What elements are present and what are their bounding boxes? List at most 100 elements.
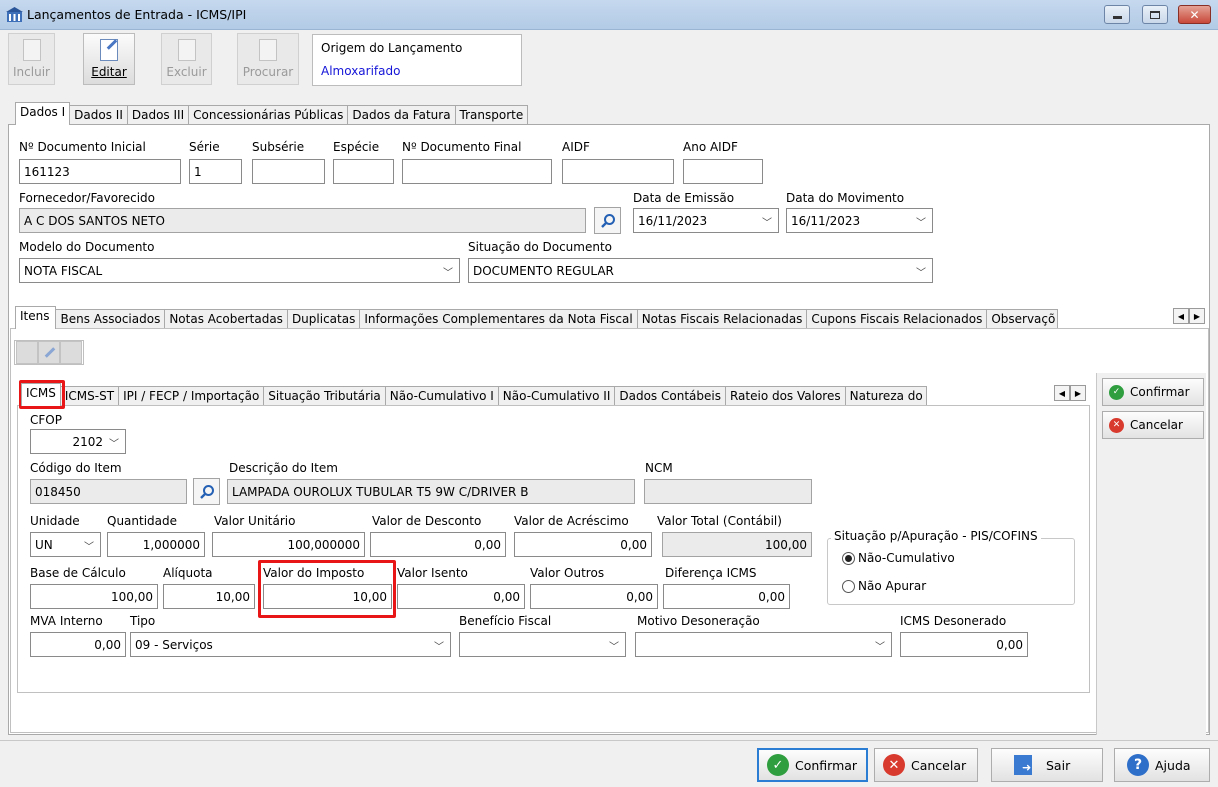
- chevron-down-icon: ﹀: [609, 642, 619, 653]
- subserie-label: Subsérie: [252, 140, 305, 154]
- scroll-right-icon[interactable]: ▶: [1189, 308, 1205, 324]
- valor-isento-label: Valor Isento: [397, 566, 468, 580]
- item-search-button[interactable]: [193, 478, 220, 505]
- origem-value: Almoxarifado: [321, 64, 401, 78]
- tipo-select[interactable]: 09 - Serviços ﹀: [130, 632, 451, 657]
- fornecedor-label: Fornecedor/Favorecido: [19, 191, 155, 205]
- chevron-down-icon: ﹀: [875, 642, 885, 653]
- motivo-desoneracao-select[interactable]: ﹀: [635, 632, 892, 657]
- serie-field[interactable]: 1: [189, 159, 242, 184]
- data-emissao-field[interactable]: 16/11/2023 ﹀: [633, 208, 779, 233]
- data-movimento-field[interactable]: 16/11/2023 ﹀: [786, 208, 933, 233]
- subserie-field[interactable]: [252, 159, 325, 184]
- radio-empty-icon: [842, 580, 855, 593]
- unidade-select[interactable]: UN ﹀: [30, 532, 101, 557]
- aidf-label: AIDF: [562, 140, 590, 154]
- tab-duplicatas[interactable]: Duplicatas: [286, 309, 361, 329]
- check-icon: ✓: [1109, 384, 1124, 400]
- descricao-item-field[interactable]: LAMPADA OUROLUX TUBULAR T5 9W C/DRIVER B: [227, 479, 635, 504]
- valor-outros-field[interactable]: 0,00: [530, 584, 658, 609]
- radio-nao-cumulativo[interactable]: Não-Cumulativo: [842, 551, 955, 565]
- serie-label: Série: [189, 140, 220, 154]
- especie-field[interactable]: [333, 159, 394, 184]
- cfop-label: CFOP: [30, 413, 62, 427]
- new-document-icon: [22, 39, 41, 61]
- mva-interno-label: MVA Interno: [30, 614, 103, 628]
- valor-unitario-field[interactable]: 100,000000: [212, 532, 365, 557]
- tab-transporte[interactable]: Transporte: [454, 105, 529, 125]
- cfop-select[interactable]: 2102 ﹀: [30, 429, 126, 454]
- ano-aidf-field[interactable]: [683, 159, 763, 184]
- help-icon: ?: [1127, 754, 1149, 776]
- fornecedor-search-button[interactable]: [594, 207, 621, 234]
- maximize-icon: [1150, 10, 1160, 19]
- tab-nf-relacionadas[interactable]: Notas Fiscais Relacionadas: [636, 309, 808, 329]
- editar-button[interactable]: Editar: [83, 33, 135, 85]
- aidf-field[interactable]: [562, 159, 674, 184]
- situacao-select[interactable]: DOCUMENTO REGULAR ﹀: [468, 258, 933, 283]
- tab-situacao-tributaria[interactable]: Situação Tributária: [263, 386, 386, 406]
- chevron-down-icon: ﹀: [434, 642, 444, 653]
- fornecedor-field[interactable]: A C DOS SANTOS NETO: [19, 208, 586, 233]
- valor-desconto-field[interactable]: 0,00: [370, 532, 506, 557]
- tab-icms[interactable]: ICMS: [21, 383, 61, 406]
- num-doc-final-field[interactable]: [402, 159, 552, 184]
- diferenca-icms-field[interactable]: 0,00: [663, 584, 790, 609]
- incluir-button[interactable]: Incluir: [8, 33, 55, 85]
- tab-ipi-fecp[interactable]: IPI / FECP / Importação: [118, 386, 265, 406]
- tab-dados-iii[interactable]: Dados III: [126, 105, 190, 125]
- tab-nao-cumulativo-i[interactable]: Não-Cumulativo I: [384, 386, 499, 406]
- tab-notas-acobertadas[interactable]: Notas Acobertadas: [164, 309, 288, 329]
- scroll-left-icon[interactable]: ◀: [1173, 308, 1189, 324]
- tab-rateio-valores[interactable]: Rateio dos Valores: [724, 386, 846, 406]
- valor-isento-field[interactable]: 0,00: [397, 584, 525, 609]
- tab-dados-i[interactable]: Dados I: [15, 102, 71, 125]
- base-calculo-label: Base de Cálculo: [30, 566, 126, 580]
- tab-bens-associados[interactable]: Bens Associados: [55, 309, 166, 329]
- item-tabs-scroll: ◀ ▶: [1054, 385, 1086, 401]
- minimize-button[interactable]: [1104, 5, 1130, 24]
- tab-info-complementares[interactable]: Informações Complementares da Nota Fisca…: [359, 309, 638, 329]
- valor-total-field[interactable]: 100,00: [662, 532, 812, 557]
- tab-cupons-relacionados[interactable]: Cupons Fiscais Relacionados: [806, 309, 988, 329]
- tab-concessionarias[interactable]: Concessionárias Públicas: [188, 105, 349, 125]
- tab-observacoes[interactable]: Observaçõ: [986, 309, 1059, 329]
- chevron-down-icon: ﹀: [762, 218, 772, 229]
- ajuda-button[interactable]: ? Ajuda: [1114, 748, 1210, 782]
- mva-interno-field[interactable]: 0,00: [30, 632, 126, 657]
- chevron-down-icon: ﹀: [109, 439, 119, 450]
- base-calculo-field[interactable]: 100,00: [30, 584, 158, 609]
- codigo-item-field[interactable]: 018450: [30, 479, 187, 504]
- beneficio-fiscal-select[interactable]: ﹀: [459, 632, 626, 657]
- origem-label: Origem do Lançamento: [321, 41, 463, 55]
- tab-dados-contabeis[interactable]: Dados Contábeis: [614, 386, 726, 406]
- modelo-select[interactable]: NOTA FISCAL ﹀: [19, 258, 460, 283]
- tab-icms-st[interactable]: ICMS-ST: [59, 386, 120, 406]
- tab-nao-cumulativo-ii[interactable]: Não-Cumulativo II: [497, 386, 616, 406]
- tab-natureza[interactable]: Natureza do: [844, 386, 927, 406]
- valor-acrescimo-field[interactable]: 0,00: [514, 532, 652, 557]
- sair-button[interactable]: ➜ Sair: [991, 748, 1103, 782]
- check-icon: ✓: [767, 754, 789, 776]
- ncm-field[interactable]: [644, 479, 812, 504]
- side-cancelar-button[interactable]: ✕ Cancelar: [1102, 411, 1204, 439]
- tab-dados-ii[interactable]: Dados II: [69, 105, 128, 125]
- close-button[interactable]: ✕: [1178, 5, 1211, 24]
- quantidade-field[interactable]: 1,000000: [107, 532, 205, 557]
- tab-dados-fatura[interactable]: Dados da Fatura: [347, 105, 456, 125]
- aliquota-field[interactable]: 10,00: [163, 584, 255, 609]
- icms-desonerado-field[interactable]: 0,00: [900, 632, 1028, 657]
- cancelar-button[interactable]: ✕ Cancelar: [874, 748, 978, 782]
- radio-nao-apurar[interactable]: Não Apurar: [842, 579, 926, 593]
- confirmar-button[interactable]: ✓ Confirmar: [757, 748, 868, 782]
- diferenca-icms-label: Diferença ICMS: [665, 566, 757, 580]
- scroll-left-icon[interactable]: ◀: [1054, 385, 1070, 401]
- maximize-button[interactable]: [1142, 5, 1168, 24]
- side-confirmar-button[interactable]: ✓ Confirmar: [1102, 378, 1204, 406]
- tab-itens[interactable]: Itens: [15, 306, 57, 329]
- window-title: Lançamentos de Entrada - ICMS/IPI: [27, 7, 247, 22]
- procurar-button[interactable]: Procurar: [237, 33, 299, 85]
- num-doc-inicial-field[interactable]: 161123: [19, 159, 181, 184]
- excluir-button[interactable]: Excluir: [161, 33, 212, 85]
- scroll-right-icon[interactable]: ▶: [1070, 385, 1086, 401]
